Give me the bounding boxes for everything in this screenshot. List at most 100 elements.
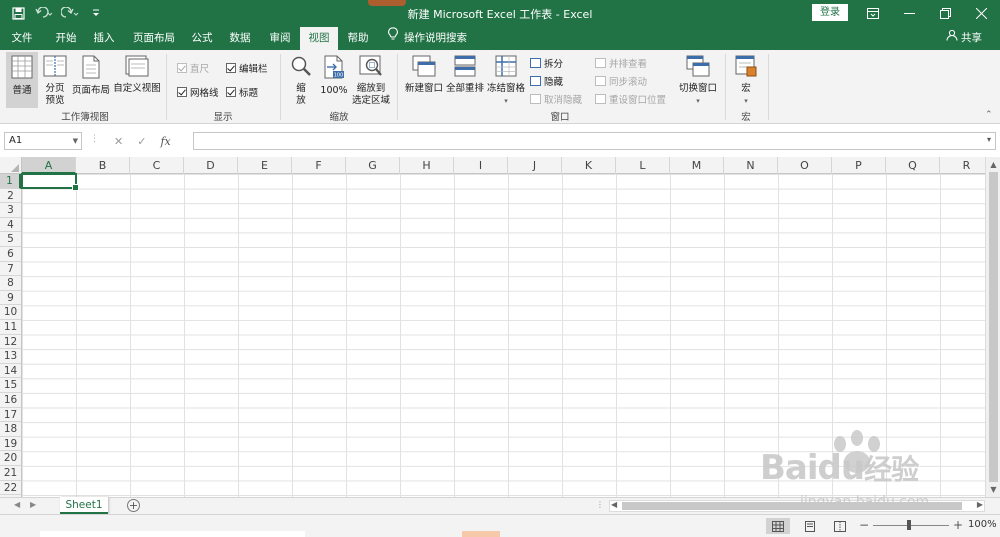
hide-button[interactable]: 隐藏	[530, 74, 563, 88]
column-header-n[interactable]: N	[724, 157, 778, 174]
row-header-11[interactable]: 11	[0, 320, 21, 335]
customize-qat-icon[interactable]	[86, 4, 106, 22]
close-icon[interactable]	[970, 3, 992, 23]
undo-icon[interactable]	[34, 4, 54, 22]
save-icon[interactable]	[8, 4, 28, 22]
name-box[interactable]: A1 ▼	[4, 132, 82, 150]
column-header-m[interactable]: M	[670, 157, 724, 174]
row-header-22[interactable]: 22	[0, 481, 21, 496]
tab-formulas[interactable]: 公式	[184, 27, 220, 50]
zoom-slider[interactable]	[873, 520, 949, 530]
split-button[interactable]: 拆分	[530, 56, 563, 70]
synchronous-scrolling-button[interactable]: 同步滚动	[595, 74, 647, 88]
column-header-e[interactable]: E	[238, 157, 292, 174]
cancel-icon[interactable]: ✕	[114, 135, 123, 148]
scroll-right-icon[interactable]: ▶	[977, 500, 983, 509]
row-header-3[interactable]: 3	[0, 203, 21, 218]
reset-window-position-button[interactable]: 重设窗口位置	[595, 92, 666, 106]
row-header-13[interactable]: 13	[0, 349, 21, 364]
tab-data[interactable]: 数据	[222, 27, 258, 50]
row-header-9[interactable]: 9	[0, 291, 21, 306]
scroll-left-icon[interactable]: ◀	[611, 500, 617, 509]
column-header-f[interactable]: F	[292, 157, 346, 174]
freeze-panes-button[interactable]: 冻结窗格 ▾	[486, 55, 526, 107]
row-header-6[interactable]: 6	[0, 247, 21, 262]
scroll-up-icon[interactable]: ▲	[988, 159, 999, 170]
zoom-to-selection-button[interactable]: 缩放到 选定区域	[350, 55, 392, 107]
view-side-by-side-button[interactable]: 并排查看	[595, 56, 647, 70]
column-header-j[interactable]: J	[508, 157, 562, 174]
column-header-c[interactable]: C	[130, 157, 184, 174]
tell-me-search[interactable]: 操作说明搜索	[388, 27, 467, 50]
zoom-slider-knob[interactable]	[907, 520, 911, 530]
gridlines-checkbox[interactable]: 网格线	[177, 85, 219, 99]
row-header-16[interactable]: 16	[0, 393, 21, 408]
column-header-d[interactable]: D	[184, 157, 238, 174]
scroll-down-icon[interactable]: ▼	[988, 484, 999, 495]
zoom-out-icon[interactable]: −	[859, 518, 869, 532]
new-window-button[interactable]: 新建窗口	[403, 55, 445, 95]
tab-home[interactable]: 开始	[48, 27, 84, 50]
column-header-l[interactable]: L	[616, 157, 670, 174]
cell-area[interactable]	[22, 174, 985, 497]
macros-button[interactable]: 宏 ▾	[731, 55, 761, 107]
tab-page-layout[interactable]: 页面布局	[128, 27, 180, 50]
vertical-scrollbar[interactable]: ▲ ▼	[985, 157, 1000, 497]
row-header-12[interactable]: 12	[0, 335, 21, 350]
column-header-b[interactable]: B	[76, 157, 130, 174]
custom-views-button[interactable]: 自定义视图	[112, 55, 162, 95]
enter-icon[interactable]: ✓	[137, 135, 146, 148]
row-header-21[interactable]: 21	[0, 466, 21, 481]
minimize-icon[interactable]	[898, 3, 920, 23]
column-header-g[interactable]: G	[346, 157, 400, 174]
switch-windows-button[interactable]: 切换窗口 ▾	[676, 55, 720, 107]
row-header-8[interactable]: 8	[0, 276, 21, 291]
row-header-1[interactable]: 1	[0, 174, 21, 189]
arrange-all-button[interactable]: 全部重排	[445, 55, 485, 95]
column-header-p[interactable]: P	[832, 157, 886, 174]
horizontal-scroll-thumb[interactable]	[622, 502, 962, 510]
unhide-button[interactable]: 取消隐藏	[530, 92, 582, 106]
insert-function-icon[interactable]: fx	[160, 135, 170, 148]
add-sheet-button[interactable]: +	[127, 499, 140, 512]
tab-view[interactable]: 视图	[300, 27, 338, 50]
window-drag-handle[interactable]	[368, 0, 406, 6]
normal-view-status-icon[interactable]	[766, 518, 790, 534]
column-header-a[interactable]: A	[22, 157, 76, 174]
redo-icon[interactable]	[60, 4, 80, 22]
zoom-button[interactable]: 缩 放	[287, 55, 315, 107]
headings-checkbox[interactable]: 标题	[226, 85, 258, 99]
row-header-15[interactable]: 15	[0, 378, 21, 393]
row-header-14[interactable]: 14	[0, 364, 21, 379]
normal-view-button[interactable]: 普通	[6, 52, 38, 108]
tab-file[interactable]: 文件	[4, 27, 40, 50]
column-header-o[interactable]: O	[778, 157, 832, 174]
tab-split-handle-icon[interactable]: ⋮	[596, 500, 604, 509]
column-header-i[interactable]: I	[454, 157, 508, 174]
horizontal-scrollbar[interactable]: ◀ ▶	[609, 500, 985, 512]
tab-review[interactable]: 审阅	[262, 27, 298, 50]
active-cell-a1[interactable]	[21, 173, 79, 191]
collapse-ribbon-icon[interactable]: ⌃	[985, 110, 993, 120]
tab-help[interactable]: 帮助	[340, 27, 376, 50]
row-header-5[interactable]: 5	[0, 232, 21, 247]
page-layout-view-button[interactable]: 页面布局	[70, 55, 112, 97]
page-layout-status-icon[interactable]	[798, 518, 822, 534]
vertical-scroll-thumb[interactable]	[989, 172, 998, 482]
formula-bar-checkbox[interactable]: 编辑栏	[226, 61, 268, 75]
row-header-20[interactable]: 20	[0, 451, 21, 466]
row-header-7[interactable]: 7	[0, 262, 21, 277]
sheet-tab-sheet1[interactable]: Sheet1	[60, 497, 108, 514]
row-header-19[interactable]: 19	[0, 437, 21, 452]
ribbon-display-options-icon[interactable]	[862, 3, 884, 23]
row-header-17[interactable]: 17	[0, 408, 21, 423]
worksheet-grid[interactable]: ABCDEFGHIJKLMNOPQR 1 2 3 4 5 6 7 8 9 10 11 12 13 14 15…	[0, 157, 985, 497]
sheet-prev-icon[interactable]: ◀	[14, 500, 20, 509]
row-header-18[interactable]: 18	[0, 422, 21, 437]
page-break-status-icon[interactable]	[828, 518, 852, 534]
login-button[interactable]: 登录	[812, 4, 848, 21]
column-header-k[interactable]: K	[562, 157, 616, 174]
zoom-100-button[interactable]: 100 100%	[318, 55, 350, 97]
row-header-10[interactable]: 10	[0, 305, 21, 320]
name-box-dropdown-icon[interactable]: ▼	[73, 133, 78, 149]
